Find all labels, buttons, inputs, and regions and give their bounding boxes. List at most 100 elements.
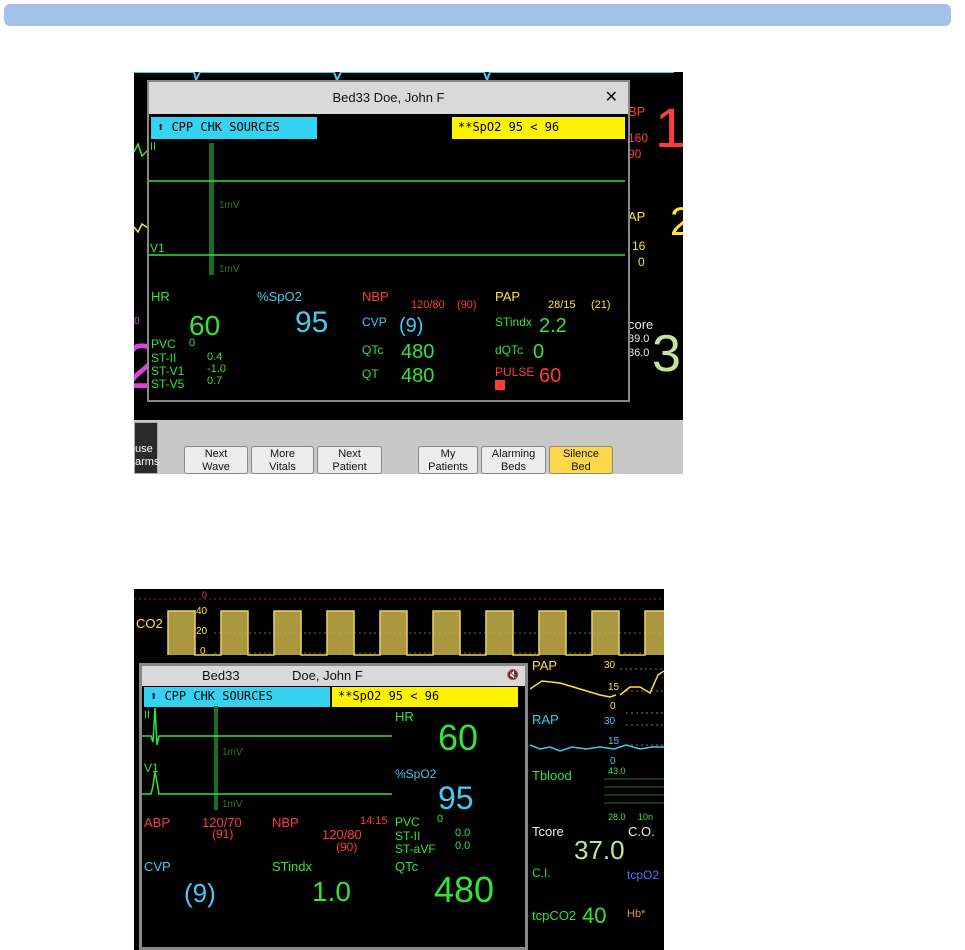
pap-value: 28/15: [548, 299, 576, 311]
st-ii-label-2: ST-II: [395, 829, 421, 843]
dqtc-label: dQTc: [495, 343, 524, 357]
ecg-waveforms: [149, 143, 625, 275]
more-vitals-button[interactable]: More Vitals: [251, 446, 314, 474]
abp-mean: (91): [212, 827, 234, 841]
qtc-value-2: 480: [434, 869, 495, 910]
hr-label: HR: [151, 289, 170, 304]
silence-bed-line2: Bed: [571, 461, 591, 473]
hr-value-2: 60: [438, 717, 479, 758]
pvc-value-2: 0: [437, 813, 444, 825]
nbp-mean: (90): [457, 299, 477, 311]
st-ii-label: ST-II: [151, 351, 177, 365]
next-patient-line1: Next: [338, 448, 361, 460]
my-patients-line1: My: [440, 448, 456, 460]
close-icon[interactable]: ✕: [605, 82, 618, 114]
pap-mean: (21): [591, 299, 611, 311]
nbp-mean-2: (90): [336, 840, 358, 854]
qtc-label-2: QTc: [395, 859, 419, 874]
qt-label: QT: [362, 367, 379, 381]
stindx-label-2: STindx: [272, 859, 312, 874]
window-bed: Bed33: [202, 668, 240, 683]
tcpco2-label: tcpCO2: [532, 908, 577, 923]
qt-value: 480: [401, 365, 435, 387]
pause-alarms-button[interactable]: use arms: [134, 422, 160, 474]
ecg-waveforms-2: [142, 706, 392, 810]
alarming-beds-button[interactable]: Alarming Beds: [481, 446, 546, 474]
bg-left-zero: 0: [134, 316, 140, 327]
bg-core-label: core: [628, 317, 654, 332]
more-vitals-line1: More: [269, 448, 296, 460]
window-title-bar: Bed33 Doe, John F ✕: [149, 82, 628, 114]
mute-icon[interactable]: 🔇: [507, 666, 519, 686]
pvc-value: 0: [189, 337, 196, 349]
next-wave-button[interactable]: Next Wave: [184, 446, 248, 474]
co-label: C.O.: [628, 824, 655, 839]
bg-bp-dia: 90: [628, 147, 642, 161]
spo2-label-2: %SpO2: [395, 767, 437, 781]
next-wave-line1: Next: [204, 448, 228, 460]
tblood-label: Tblood: [532, 768, 572, 783]
ci-label: C.I.: [532, 866, 551, 880]
silence-bed-button[interactable]: Silence Bed: [549, 446, 613, 474]
pvc-label: PVC: [151, 337, 176, 351]
alarm-banner-spo2-2[interactable]: **SpO2 95 < 96: [332, 687, 518, 707]
window-patient-name: Doe, John F: [292, 668, 363, 683]
st-ii-value: 0.4: [207, 351, 223, 363]
spo2-label: %SpO2: [257, 289, 302, 304]
spo2-value: 95: [295, 306, 329, 339]
pulse-value: 60: [539, 365, 562, 387]
qtc-value: 480: [401, 341, 435, 363]
co2-waveform: [134, 598, 664, 656]
st-avf-value: 0.0: [455, 840, 471, 852]
bg-ap-label: AP: [628, 209, 646, 224]
alarming-beds-line1: Alarming: [491, 448, 536, 460]
st-avf-label: ST-aVF: [395, 842, 436, 856]
nbp-value: 120/80: [411, 299, 445, 311]
dqtc-value: 0: [533, 341, 545, 363]
tcore-label: Tcore: [532, 824, 564, 839]
bg-core-big: 3: [652, 325, 681, 383]
tcpco2-value: 40: [582, 903, 607, 928]
monitor-screen-2: CO2 0 40 20 0 PAP 30 15 0 RAP 30 15 0 Tb…: [134, 589, 664, 950]
pap-rap-waves: [530, 668, 664, 752]
window-title-bar-2: Bed33 Doe, John F 🔇: [142, 666, 525, 686]
stindx-value: 2.2: [539, 315, 567, 337]
bg-core-1: 39.0: [628, 333, 650, 345]
bg-bp-label: BP: [628, 104, 646, 119]
abp-label: ABP: [144, 815, 171, 830]
monitor-screen-1: 0 2 BP 1 160 90 AP 2 16 0 core 39.0 36.0…: [134, 72, 683, 474]
st-v1-value: -1.0: [207, 363, 226, 375]
bg-ap-2: 0: [638, 255, 645, 269]
next-patient-button[interactable]: Next Patient: [317, 446, 382, 474]
alarming-beds-line2: Beds: [500, 461, 527, 473]
silence-bed-line1: Silence: [562, 448, 600, 460]
pap-label: PAP: [495, 289, 521, 304]
cvp-label-2: CVP: [144, 859, 171, 874]
stindx-value-2: 1.0: [312, 876, 351, 907]
bg-bp-big: 1: [655, 96, 683, 159]
cvp-label: CVP: [362, 315, 387, 329]
st-v5-value: 0.7: [207, 375, 223, 387]
st-ii-value-2: 0.0: [455, 827, 471, 839]
pause-alarms-line2: arms: [135, 456, 160, 468]
my-patients-button[interactable]: My Patients: [418, 446, 478, 474]
pulse-label: PULSE: [495, 365, 535, 379]
more-vitals-line2: Vitals: [269, 461, 296, 473]
top-bar: [4, 4, 951, 26]
alarm-banner-cpp[interactable]: ⬆ CPP CHK SOURCES: [151, 117, 317, 139]
st-v5-label: ST-V5: [151, 377, 185, 391]
pvc-label-2: PVC: [395, 815, 420, 829]
tblood-scale-lines: [604, 778, 664, 804]
qtc-label: QTc: [362, 343, 384, 357]
hb-label: Hb*: [627, 908, 646, 920]
alarm-banner-cpp-2[interactable]: ⬆ CPP CHK SOURCES: [144, 687, 330, 707]
next-patient-line2: Patient: [332, 461, 367, 473]
my-patients-line2: Patients: [428, 461, 468, 473]
tcore-value: 37.0: [574, 835, 625, 865]
stindx-label: STindx: [495, 315, 532, 329]
alarm-banner-spo2[interactable]: **SpO2 95 < 96: [452, 117, 625, 139]
bg-ap-big: 2: [670, 200, 683, 244]
patient-window-1: Bed33 Doe, John F ✕ ⬆ CPP CHK SOURCES **…: [147, 80, 630, 402]
window-title: Bed33 Doe, John F: [332, 90, 445, 105]
tcpo2-label: tcpO2: [627, 868, 660, 882]
